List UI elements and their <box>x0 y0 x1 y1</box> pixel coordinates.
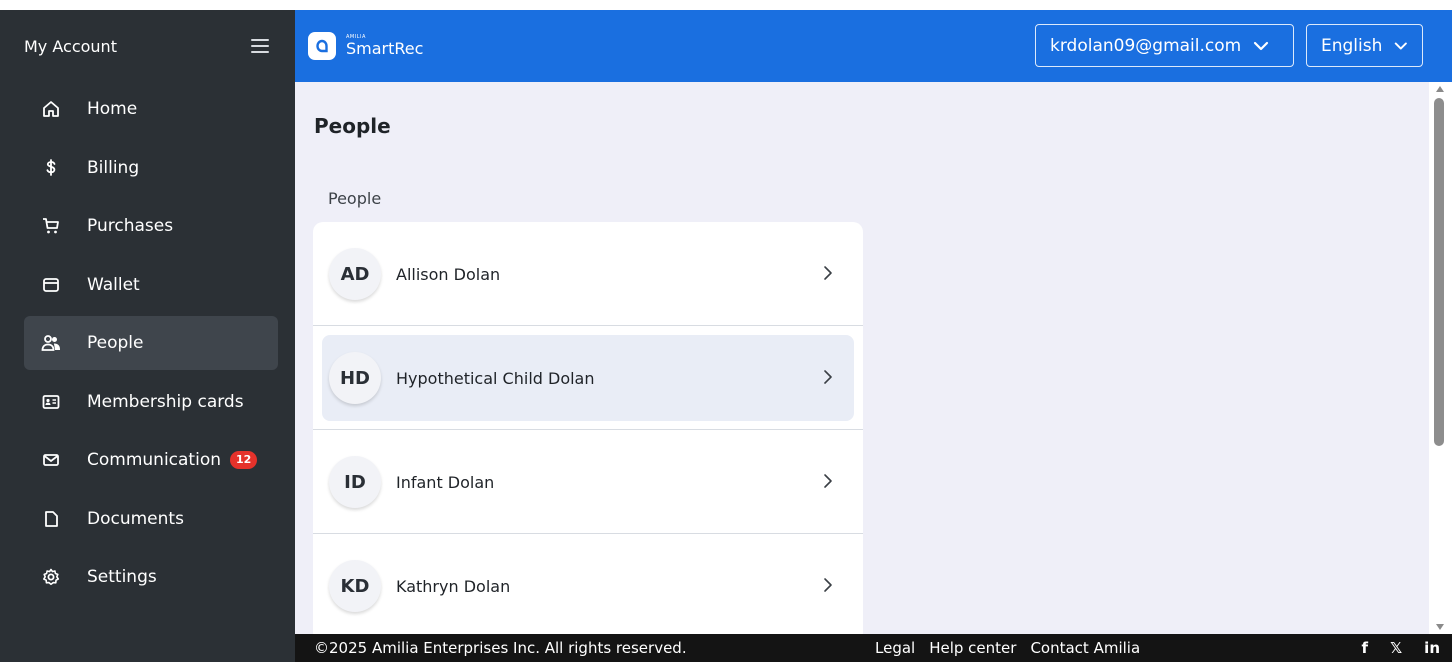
gear-icon <box>41 567 61 587</box>
people-list-card: AD Allison Dolan HD Hypothetical Child D… <box>313 222 863 634</box>
person-row-allison-dolan[interactable]: AD Allison Dolan <box>313 222 863 326</box>
person-row-kathryn-dolan[interactable]: KD Kathryn Dolan <box>313 534 863 634</box>
chevron-right-icon <box>824 266 832 280</box>
footer-link-legal[interactable]: Legal <box>875 639 915 657</box>
sidebar: My Account Home Billing Purchases Wallet… <box>0 10 295 662</box>
language-label: English <box>1321 35 1383 56</box>
linkedin-icon[interactable]: in <box>1424 639 1440 657</box>
menu-toggle-button[interactable] <box>249 37 271 55</box>
chevron-down-icon <box>1254 41 1269 50</box>
id-card-icon <box>41 392 61 412</box>
top-bar: AMILIA SmartRec krdolan09@gmail.com Engl… <box>295 10 1452 82</box>
mail-icon <box>41 450 61 470</box>
sidebar-item-home[interactable]: Home <box>24 82 278 136</box>
chevron-right-icon <box>824 370 832 384</box>
page-title: People <box>314 114 391 138</box>
section-label: People <box>328 189 382 208</box>
sidebar-item-label: Billing <box>87 157 140 178</box>
sidebar-item-label: Settings <box>87 567 157 587</box>
sidebar-item-people[interactable]: People <box>24 316 278 370</box>
chevron-right-icon <box>824 474 832 488</box>
sidebar-item-purchases[interactable]: Purchases <box>24 199 278 253</box>
scroll-up-arrow-icon[interactable] <box>1436 86 1444 92</box>
account-dropdown[interactable]: krdolan09@gmail.com <box>1035 24 1294 67</box>
logo-brand-name: SmartRec <box>346 39 424 58</box>
sidebar-item-label: Membership cards <box>87 391 244 412</box>
sidebar-item-documents[interactable]: Documents <box>24 492 278 546</box>
avatar: KD <box>329 560 381 612</box>
scroll-down-arrow-icon[interactable] <box>1436 624 1444 630</box>
sidebar-item-communication[interactable]: Communication 12 <box>24 433 278 487</box>
social-links: f 𝕏 in <box>1340 639 1440 657</box>
home-icon <box>41 99 61 119</box>
footer-links: Legal Help center Contact Amilia <box>875 639 1154 657</box>
sidebar-item-label: Wallet <box>87 274 140 295</box>
hamburger-line <box>251 39 269 41</box>
language-dropdown[interactable]: English <box>1306 24 1423 67</box>
wallet-icon <box>41 275 61 295</box>
vertical-scrollbar[interactable] <box>1429 82 1452 634</box>
app-root: My Account Home Billing Purchases Wallet… <box>0 10 1452 662</box>
logo-text: AMILIA SmartRec <box>346 35 423 57</box>
avatar: ID <box>329 456 381 508</box>
person-name: Infant Dolan <box>396 472 495 492</box>
hamburger-line <box>251 51 269 53</box>
main-content: People People AD Allison Dolan HD Hypoth… <box>295 82 1429 634</box>
sidebar-nav: Home Billing Purchases Wallet People Mem… <box>0 82 295 604</box>
sidebar-item-label: Purchases <box>87 216 174 236</box>
account-email: krdolan09@gmail.com <box>1050 35 1242 56</box>
footer-link-help-center[interactable]: Help center <box>929 639 1016 657</box>
facebook-icon[interactable]: f <box>1362 639 1369 657</box>
person-name: Allison Dolan <box>396 264 501 284</box>
document-icon <box>41 509 61 529</box>
person-name: Hypothetical Child Dolan <box>396 368 595 388</box>
dollar-icon <box>41 158 61 178</box>
avatar: AD <box>329 248 381 300</box>
notification-badge: 12 <box>230 451 258 469</box>
smartrec-logo[interactable]: AMILIA SmartRec <box>308 32 423 60</box>
person-name: Kathryn Dolan <box>396 576 511 596</box>
sidebar-item-settings[interactable]: Settings <box>24 550 278 604</box>
sidebar-item-label: Communication <box>87 450 221 470</box>
person-row-hypothetical-child-dolan[interactable]: HD Hypothetical Child Dolan <box>313 326 863 430</box>
copyright-text: ©2025 Amilia Enterprises Inc. All rights… <box>314 639 687 657</box>
avatar: HD <box>329 352 381 404</box>
sidebar-header: My Account <box>0 10 295 82</box>
x-twitter-icon[interactable]: 𝕏 <box>1390 639 1402 657</box>
sidebar-item-label: People <box>87 333 144 353</box>
scrollbar-thumb[interactable] <box>1434 98 1444 446</box>
chevron-down-icon <box>1395 42 1408 49</box>
sidebar-item-label: Documents <box>87 508 184 529</box>
footer: ©2025 Amilia Enterprises Inc. All rights… <box>295 634 1452 662</box>
person-row-infant-dolan[interactable]: ID Infant Dolan <box>313 430 863 534</box>
sidebar-item-billing[interactable]: Billing <box>24 141 278 195</box>
cart-icon <box>41 216 61 236</box>
sidebar-item-membership-cards[interactable]: Membership cards <box>24 375 278 429</box>
sidebar-item-wallet[interactable]: Wallet <box>24 258 278 312</box>
sidebar-item-label: Home <box>87 99 138 119</box>
chevron-right-icon <box>824 578 832 592</box>
hamburger-line <box>251 45 269 47</box>
footer-link-contact-amilia[interactable]: Contact Amilia <box>1030 639 1140 657</box>
people-icon <box>41 333 61 353</box>
sidebar-title: My Account <box>24 36 117 56</box>
logo-mark-icon <box>308 32 336 60</box>
